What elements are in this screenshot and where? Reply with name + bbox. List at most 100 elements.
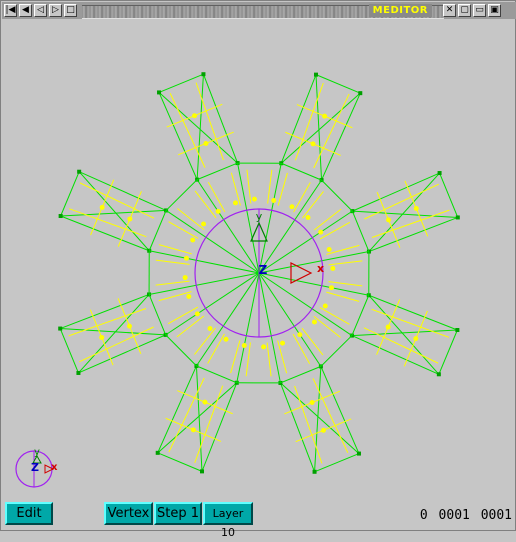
guide-dot	[280, 341, 285, 346]
prev-page-icon[interactable]: ◀	[19, 4, 32, 17]
vertex	[437, 372, 441, 376]
guide-dot	[312, 319, 317, 324]
vertex	[438, 171, 442, 175]
step-button[interactable]: Step 1	[154, 502, 202, 525]
vertex	[77, 170, 81, 174]
hub-guide	[208, 182, 225, 212]
hub-guide	[302, 328, 323, 355]
layer-button[interactable]: Layer 10	[203, 502, 253, 525]
status-value-b: 0001	[439, 508, 470, 523]
petal-edge	[322, 93, 361, 180]
guide-dot	[252, 197, 257, 202]
petal-dot	[100, 205, 105, 210]
guide-dot	[297, 332, 302, 337]
petal-edge	[159, 92, 197, 179]
hub-guide	[329, 261, 363, 265]
vertex	[357, 452, 361, 456]
guide-dot	[242, 343, 247, 348]
axis-x-label: x	[317, 262, 324, 275]
petal-edge	[352, 336, 439, 375]
status-value-a: 0	[420, 508, 428, 523]
guide-dot	[318, 230, 323, 235]
title-bar: |◀ ◀ ◁ ▷ □ MEDITOR ✕ ▢ ▭ ▣	[2, 2, 516, 19]
petal-dot	[99, 335, 104, 340]
restore-icon[interactable]: ▣	[488, 4, 501, 17]
guide-dot	[323, 303, 328, 308]
guide-dot	[208, 326, 213, 331]
edit-button[interactable]: Edit	[5, 502, 53, 525]
hub-guide	[268, 170, 272, 204]
hub-guide	[159, 245, 192, 254]
petal-dot	[192, 113, 197, 118]
guide-dot	[216, 209, 221, 214]
axis-z-label: Z	[259, 263, 268, 277]
hub-guide	[156, 281, 190, 285]
hub-guide	[195, 191, 216, 218]
close-icon[interactable]: ✕	[443, 4, 456, 17]
petal-edge	[352, 173, 439, 211]
petal-guide	[195, 386, 223, 463]
vertex	[314, 73, 318, 77]
guide-dot	[305, 215, 310, 220]
hub-guide	[247, 170, 251, 204]
forward-icon[interactable]: ▷	[49, 4, 62, 17]
guide-dot	[271, 198, 276, 203]
hub-edge	[322, 180, 353, 211]
vertex	[358, 91, 362, 95]
guide-dot	[201, 222, 206, 227]
vertex	[200, 469, 204, 473]
axis-x-arrow: x	[291, 262, 324, 283]
vertex-mode-button[interactable]: Vertex	[104, 502, 153, 525]
first-page-icon[interactable]: |◀	[4, 4, 17, 17]
hub-guide	[314, 316, 341, 337]
guide-dot	[184, 256, 189, 261]
mini-axis-y-label: y	[34, 447, 40, 458]
hub-guide	[177, 208, 204, 229]
status-value-c: 0001	[481, 508, 512, 523]
petal-dot	[321, 428, 326, 433]
guide-dot	[261, 344, 266, 349]
hub-guide	[294, 183, 311, 213]
hub-edge	[197, 163, 237, 180]
vertex	[59, 214, 63, 218]
petal-dot	[202, 400, 207, 405]
maximize-icon[interactable]: ▢	[458, 4, 471, 17]
petal-dot	[414, 206, 419, 211]
petal-dot	[203, 141, 208, 146]
hub-guide	[168, 307, 198, 324]
back-icon[interactable]: ◁	[34, 4, 47, 17]
hub-guide	[231, 340, 240, 373]
guide-dot	[330, 266, 335, 271]
editor-viewport[interactable]: y x Z y x Z	[4, 21, 514, 497]
hub-guide	[314, 209, 341, 230]
hub-edge	[149, 294, 166, 334]
petal-dot	[386, 217, 391, 222]
guide-dot	[329, 285, 334, 290]
window-menu-icon[interactable]: □	[64, 4, 77, 17]
hub-edge	[166, 180, 197, 211]
hub-guide	[320, 308, 350, 325]
vertex	[201, 72, 205, 76]
mesh-petal	[279, 73, 362, 182]
vertex	[455, 328, 459, 332]
petal-dot	[413, 336, 418, 341]
mini-axis-x-label: x	[51, 462, 58, 473]
hub-edge	[352, 211, 369, 251]
petal-edge	[79, 172, 166, 211]
petal-edge	[78, 335, 165, 373]
guide-dot	[183, 275, 188, 280]
vertex	[313, 470, 317, 474]
hub-edge	[281, 163, 321, 180]
petal-dot	[310, 400, 315, 405]
mesh-petal	[350, 171, 459, 254]
hub-guide	[246, 342, 250, 376]
petal-dot	[127, 216, 132, 221]
petal-guide	[69, 209, 146, 237]
petal-edge	[158, 366, 197, 453]
minimize-icon[interactable]: ▭	[473, 4, 486, 17]
petal-dot	[127, 324, 132, 329]
hub-guide	[194, 328, 215, 355]
hub-guide	[320, 222, 350, 239]
hub-guide	[169, 222, 199, 239]
petal-dot	[386, 325, 391, 330]
